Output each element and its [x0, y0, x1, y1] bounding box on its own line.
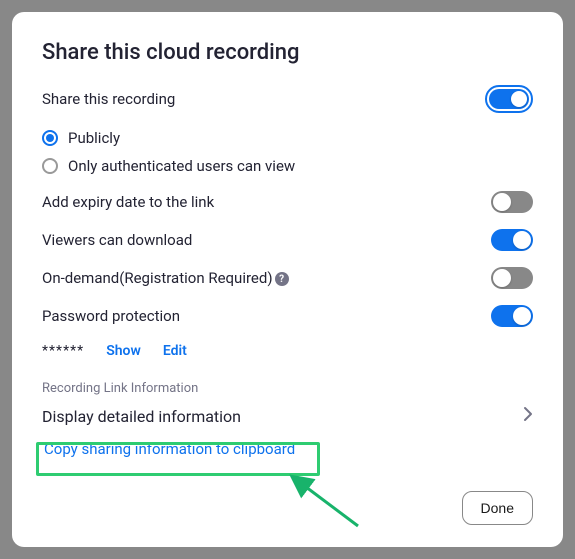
ondemand-text: On-demand(Registration Required): [42, 269, 273, 287]
expiry-row: Add expiry date to the link: [42, 191, 533, 213]
radio-publicly-label: Publicly: [68, 129, 120, 147]
password-toggle[interactable]: [491, 305, 533, 327]
chevron-right-icon: [523, 406, 533, 426]
share-visibility-radio-group: Publicly Only authenticated users can vi…: [42, 129, 533, 175]
password-actions: ****** Show Edit: [42, 343, 533, 359]
password-row: Password protection: [42, 305, 533, 327]
password-show-link[interactable]: Show: [106, 343, 141, 359]
help-icon[interactable]: ?: [275, 272, 289, 286]
share-recording-label: Share this recording: [42, 90, 175, 108]
download-row: Viewers can download: [42, 229, 533, 251]
expiry-toggle[interactable]: [491, 191, 533, 213]
radio-icon: [42, 158, 58, 174]
ondemand-toggle[interactable]: [491, 267, 533, 289]
copy-sharing-row: Copy sharing information to clipboard: [42, 434, 533, 464]
radio-authenticated[interactable]: Only authenticated users can view: [42, 157, 533, 175]
modal-footer: Done: [462, 491, 533, 525]
download-toggle[interactable]: [491, 229, 533, 251]
download-label: Viewers can download: [42, 231, 192, 249]
share-recording-toggle[interactable]: [485, 85, 533, 113]
modal-title: Share this cloud recording: [42, 40, 533, 65]
expiry-label: Add expiry date to the link: [42, 193, 214, 211]
recording-link-header: Recording Link Information: [42, 381, 533, 396]
password-edit-link[interactable]: Edit: [163, 343, 187, 359]
ondemand-row: On-demand(Registration Required)?: [42, 267, 533, 289]
password-masked: ******: [42, 343, 84, 359]
copy-sharing-link[interactable]: Copy sharing information to clipboard: [42, 434, 297, 464]
done-button[interactable]: Done: [462, 491, 533, 525]
radio-publicly[interactable]: Publicly: [42, 129, 533, 147]
display-detail-label: Display detailed information: [42, 407, 241, 426]
display-detail-row[interactable]: Display detailed information: [42, 406, 533, 426]
ondemand-label: On-demand(Registration Required)?: [42, 269, 289, 287]
radio-authenticated-label: Only authenticated users can view: [68, 157, 295, 175]
share-modal: Share this cloud recording Share this re…: [12, 12, 563, 547]
password-label: Password protection: [42, 307, 180, 325]
share-recording-row: Share this recording: [42, 85, 533, 113]
radio-icon: [42, 130, 58, 146]
